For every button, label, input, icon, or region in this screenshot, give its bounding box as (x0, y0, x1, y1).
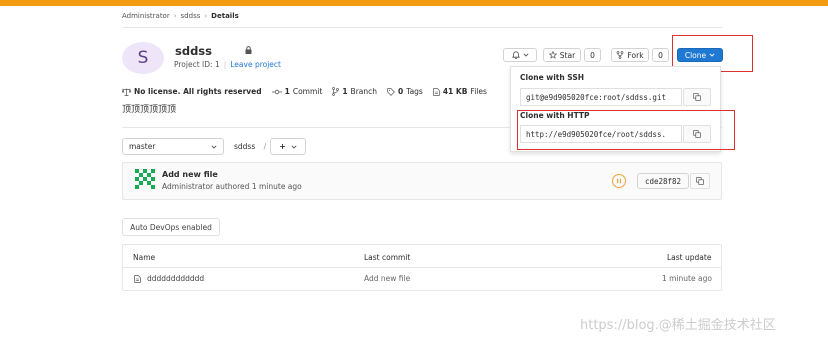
pause-icon (617, 178, 621, 184)
divider (122, 27, 722, 28)
path-separator: / (263, 142, 267, 151)
column-header-name: Name (133, 253, 156, 262)
file-icon (433, 87, 440, 96)
repo-path: sddss / (234, 142, 266, 151)
bell-icon (511, 51, 520, 59)
fork-icon (617, 51, 624, 59)
fork-label: Fork (627, 50, 644, 60)
license-text: No license. All rights reserved (134, 87, 262, 96)
file-icon (134, 275, 141, 283)
meta-divider: | (223, 60, 227, 69)
file-last-commit[interactable]: Add new file (364, 274, 410, 283)
notification-dropdown-button[interactable] (503, 48, 537, 62)
commits-stat[interactable]: 1 Commit (271, 87, 323, 96)
leave-project-link[interactable]: Leave project (230, 60, 281, 69)
star-count[interactable]: 0 (584, 48, 601, 62)
tags-label: Tags (406, 87, 423, 96)
last-commit-panel (122, 162, 722, 200)
breadcrumb-separator: › (173, 12, 177, 20)
repo-path-root[interactable]: sddss (234, 142, 255, 151)
project-stats: No license. All rights reserved 1 Commit… (122, 87, 487, 96)
copy-icon (696, 177, 704, 185)
files-label: Files (470, 87, 487, 96)
auto-devops-badge[interactable]: Auto DevOps enabled (122, 218, 220, 236)
breadcrumb-item-project[interactable]: sddss (181, 12, 201, 20)
license-info[interactable]: No license. All rights reserved (122, 87, 262, 96)
column-header-last-update: Last update (667, 253, 712, 262)
files-size: 41 KB (442, 87, 468, 96)
commits-count: 1 (284, 87, 290, 96)
branch-name: master (129, 142, 156, 151)
commit-author: Administrator authored 1 minute ago (162, 182, 302, 191)
copy-icon (693, 93, 701, 101)
copy-sha-button[interactable] (690, 173, 710, 189)
star-label: Star (559, 50, 576, 60)
star-button[interactable]: Star (543, 48, 581, 62)
tag-icon (387, 87, 395, 96)
project-title: sddss (175, 44, 212, 58)
identicon-avatar (135, 169, 155, 189)
commits-label: Commit (292, 87, 323, 96)
fork-button[interactable]: Fork (611, 48, 649, 62)
highlight-box-clone-http (517, 110, 735, 150)
chevron-down-icon (291, 144, 297, 149)
project-description: 顶顶顶顶顶顶 (122, 105, 177, 115)
files-stat[interactable]: 41 KB Files (433, 87, 487, 96)
breadcrumb: Administrator › sddss › Details (122, 12, 239, 20)
project-id: Project ID: 1 (174, 60, 220, 69)
branches-stat[interactable]: 1 Branch (332, 87, 377, 96)
breadcrumb-item-current[interactable]: Details (211, 12, 239, 20)
column-header-last-commit: Last commit (364, 253, 411, 262)
table-row[interactable]: dddddddddddd Add new file 1 minute ago (122, 268, 722, 291)
branches-label: Branch (350, 87, 378, 96)
commit-icon (271, 89, 282, 94)
fork-count[interactable]: 0 (652, 48, 669, 62)
watermark: https://blog.@稀土掘金技术社区 (580, 318, 776, 333)
plus-icon: + (279, 142, 286, 151)
commit-message[interactable]: Add new file (162, 170, 218, 179)
branches-count: 1 (342, 87, 348, 96)
breadcrumb-item-namespace[interactable]: Administrator (122, 12, 170, 20)
file-last-update: 1 minute ago (662, 274, 712, 283)
pipeline-status-icon[interactable] (612, 174, 626, 188)
clone-ssh-url-input[interactable]: git@e9d905020fce:root/sddss.git (520, 88, 682, 106)
chevron-down-icon (522, 53, 529, 57)
clone-ssh-title: Clone with SSH (520, 73, 585, 82)
scale-icon (122, 87, 131, 96)
copy-ssh-url-button[interactable] (683, 88, 711, 106)
branch-selector[interactable]: master (122, 138, 224, 155)
top-navbar (0, 0, 828, 6)
project-meta: Project ID: 1 | Leave project (174, 60, 281, 69)
tags-stat[interactable]: 0 Tags (387, 87, 423, 96)
tags-count: 0 (398, 87, 404, 96)
commit-sha[interactable]: cde28f82 (637, 173, 689, 189)
star-icon (548, 51, 557, 59)
branch-icon (332, 87, 340, 96)
file-name[interactable]: dddddddddddd (147, 274, 204, 283)
project-avatar: S (122, 42, 164, 74)
lock-icon (245, 46, 252, 54)
add-to-tree-button[interactable]: + (270, 138, 306, 155)
breadcrumb-separator: › (204, 12, 208, 20)
chevron-down-icon (211, 144, 217, 149)
